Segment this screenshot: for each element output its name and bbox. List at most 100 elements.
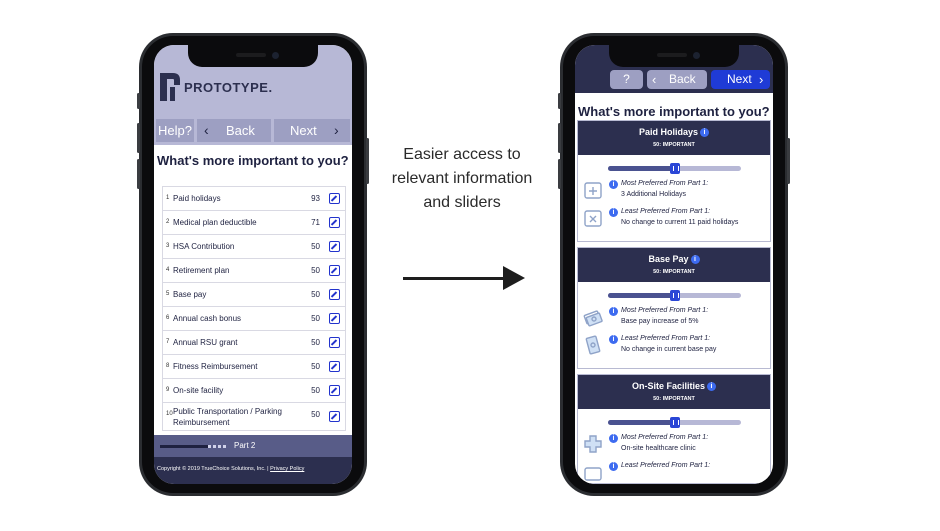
item-score: 50 <box>311 338 320 347</box>
item-rank: 10 <box>166 411 173 417</box>
info-icon[interactable]: i <box>690 255 700 264</box>
slider-handle[interactable] <box>669 290 680 301</box>
privacy-policy-link[interactable]: Privacy Policy <box>270 466 304 472</box>
item-score: 50 <box>311 410 320 419</box>
info-icon[interactable]: i <box>609 462 618 471</box>
least-preferred-value: No change to current 11 paid holidays <box>621 219 739 226</box>
item-score: 93 <box>311 194 320 203</box>
info-icon[interactable]: i <box>700 128 710 137</box>
ranking-list: 1 Paid holidays 93 2 Medical plan deductible… <box>162 186 346 431</box>
next-label: Next <box>727 72 752 86</box>
page-title: What's more important to you? <box>578 104 770 119</box>
help-button[interactable]: Help? <box>156 119 194 142</box>
edit-icon[interactable] <box>329 411 340 422</box>
help-button[interactable]: ? <box>610 70 643 89</box>
list-item[interactable]: 9 On-site facility 50 <box>162 379 346 403</box>
next-button[interactable]: Next › <box>711 70 770 89</box>
card-title-text: Base Pay <box>648 254 689 264</box>
slider-handle[interactable] <box>669 417 680 428</box>
facility-icon <box>583 462 603 482</box>
list-item[interactable]: 4 Retirement plan 50 <box>162 259 346 283</box>
slider-fill <box>608 293 675 298</box>
least-preferred: i Least Preferred From Part 1: No change t… <box>578 205 770 233</box>
back-button[interactable]: ‹ Back <box>647 70 707 89</box>
list-item[interactable]: 3 HSA Contribution 50 <box>162 235 346 259</box>
card-title: On-Site Facilities i <box>578 381 770 391</box>
back-label: Back <box>669 72 696 86</box>
importance-card: On-Site Facilities i 50: IMPORTANT i Most Pr… <box>577 374 771 484</box>
item-score: 50 <box>311 266 320 275</box>
footer: Copyright © 2019 TrueChoice Solutions, I… <box>154 457 352 484</box>
nav-bar: Help? ‹ Back Next › <box>154 115 352 145</box>
item-rank: 4 <box>166 267 170 273</box>
info-icon[interactable]: i <box>609 307 618 316</box>
most-preferred-value: 3 Additional Holidays <box>621 191 686 198</box>
most-preferred-heading: Most Preferred From Part 1: <box>621 180 709 187</box>
slider-track[interactable] <box>608 417 741 428</box>
info-icon[interactable]: i <box>609 208 618 217</box>
card-title-text: Paid Holidays <box>638 127 699 137</box>
card-header: Paid Holidays i 50: IMPORTANT <box>578 121 770 155</box>
item-rank: 6 <box>166 315 170 321</box>
item-label: HSA Contribution <box>173 242 235 251</box>
phone-old-design: PROTOTYPE. Help? ‹ Back Next › What's mo… <box>137 33 369 496</box>
edit-icon[interactable] <box>329 337 340 348</box>
info-icon[interactable]: i <box>707 382 717 391</box>
item-score: 71 <box>311 218 320 227</box>
item-label: Retirement plan <box>173 266 230 275</box>
old-design-screen: PROTOTYPE. Help? ‹ Back Next › What's mo… <box>154 45 352 484</box>
comparison-stage: PROTOTYPE. Help? ‹ Back Next › What's mo… <box>0 0 940 531</box>
item-rank: 5 <box>166 291 170 297</box>
copyright-text: Copyright © 2019 TrueChoice Solutions, I… <box>157 466 304 472</box>
list-item[interactable]: 8 Fitness Reimbursement 50 <box>162 355 346 379</box>
edit-icon[interactable] <box>329 241 340 252</box>
back-button[interactable]: ‹ Back <box>197 119 271 142</box>
slider-track[interactable] <box>608 163 741 174</box>
info-icon[interactable]: i <box>609 180 618 189</box>
edit-icon[interactable] <box>329 193 340 204</box>
item-label: Annual cash bonus <box>173 314 242 323</box>
item-rank: 7 <box>166 339 170 345</box>
item-label: Fitness Reimbursement <box>173 362 258 371</box>
info-icon[interactable]: i <box>609 434 618 443</box>
edit-icon[interactable] <box>329 313 340 324</box>
card-title-text: On-Site Facilities <box>631 381 706 391</box>
edit-icon[interactable] <box>329 289 340 300</box>
item-rank: 9 <box>166 387 170 393</box>
edit-icon[interactable] <box>329 385 340 396</box>
item-label: Base pay <box>173 290 207 299</box>
copyright: Copyright © 2019 TrueChoice Solutions, I… <box>157 466 271 472</box>
importance-level: 50: IMPORTANT <box>653 269 695 275</box>
chevron-right-icon: › <box>334 122 339 138</box>
edit-icon[interactable] <box>329 361 340 372</box>
list-item[interactable]: 7 Annual RSU grant 50 <box>162 331 346 355</box>
importance-slider[interactable] <box>578 409 770 431</box>
item-label: On-site facility <box>173 386 224 395</box>
list-item[interactable]: 1 Paid holidays 93 <box>162 187 346 211</box>
list-item[interactable]: 2 Medical plan deductible 71 <box>162 211 346 235</box>
phone-new-design: ? ‹ Back Next › What's more important to… <box>558 33 790 496</box>
importance-level: 50: IMPORTANT <box>653 396 695 402</box>
least-preferred-value: No change in current base pay <box>621 346 717 353</box>
importance-slider[interactable] <box>578 155 770 177</box>
slider-track[interactable] <box>608 290 741 301</box>
help-label: ? <box>623 72 630 86</box>
progress-bar: Part 2 <box>154 435 352 457</box>
next-button[interactable]: Next › <box>274 119 350 142</box>
item-score: 50 <box>311 314 320 323</box>
list-item[interactable]: 10 Public Transportation / Parking Reimbu… <box>162 403 346 431</box>
edit-icon[interactable] <box>329 265 340 276</box>
edit-icon[interactable] <box>329 217 340 228</box>
list-item[interactable]: 6 Annual cash bonus 50 <box>162 307 346 331</box>
progress-remaining <box>208 445 228 448</box>
importance-slider[interactable] <box>578 282 770 304</box>
slider-fill <box>608 166 675 171</box>
item-score: 50 <box>311 386 320 395</box>
item-label: Paid holidays <box>173 194 221 203</box>
info-icon[interactable]: i <box>609 335 618 344</box>
importance-level: 50: IMPORTANT <box>653 142 695 148</box>
list-item[interactable]: 5 Base pay 50 <box>162 283 346 307</box>
caption-line-3: and sliders <box>423 194 501 211</box>
slider-handle[interactable] <box>669 163 680 174</box>
item-label: Annual RSU grant <box>173 338 238 347</box>
